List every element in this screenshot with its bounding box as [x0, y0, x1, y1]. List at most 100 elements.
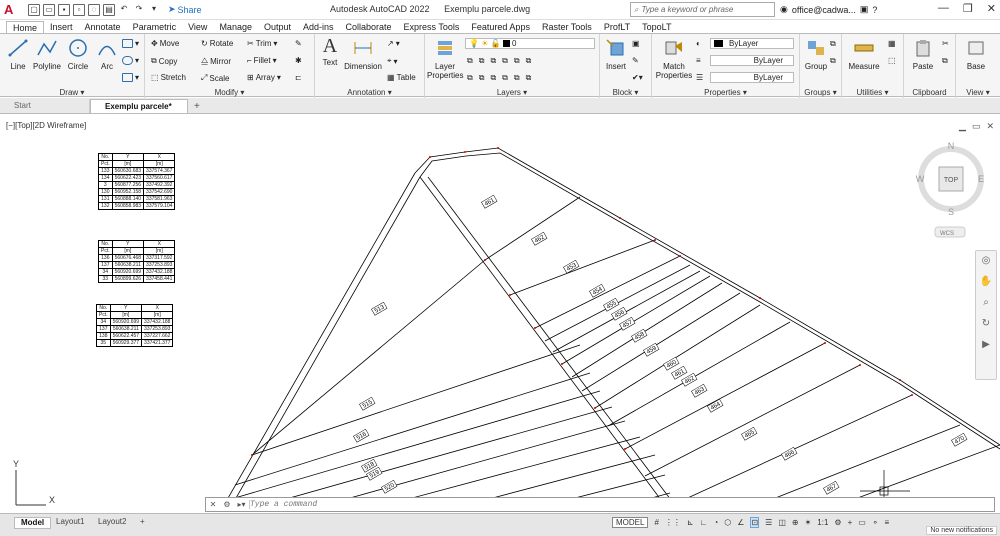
redo-icon[interactable]: ↷ — [133, 4, 145, 16]
snap-icon[interactable]: ⋮⋮ — [665, 518, 681, 527]
insert-button[interactable]: Insert — [602, 38, 630, 71]
customize-icon[interactable]: ≡ — [885, 518, 890, 527]
plot-icon[interactable]: ▤ — [103, 3, 115, 16]
layout2-tab[interactable]: Layout2 — [92, 517, 132, 527]
stretch-button[interactable]: ⬚ Stretch — [151, 73, 186, 82]
layer-tool-icon[interactable]: ⧉ — [526, 56, 532, 66]
explode-button[interactable]: ✱ — [295, 56, 302, 65]
edit-attributes-icon[interactable]: ✔▾ — [632, 73, 643, 82]
zoom-icon[interactable]: ⌕ — [976, 297, 996, 308]
transparency-icon[interactable]: ◫ — [778, 518, 786, 527]
text-button[interactable]: A Text — [317, 36, 343, 67]
share-button[interactable]: ➤ Share — [168, 4, 202, 15]
layer-tool-icon[interactable]: ⧉ — [490, 73, 496, 83]
open-icon[interactable]: ▭ — [43, 3, 55, 16]
lineweight-dropdown[interactable]: ByLayer — [710, 72, 794, 83]
showmotion-icon[interactable]: ▶ — [976, 339, 996, 350]
layer-tool-icon[interactable]: ⧉ — [479, 56, 485, 66]
customize-qat-icon[interactable]: ▾ — [148, 4, 160, 16]
lineweight-toggle-icon[interactable]: ☰ — [765, 518, 772, 527]
layer-tool-icon[interactable]: ⧉ — [490, 56, 496, 66]
viewcube[interactable]: TOP N S E W WCS — [915, 137, 987, 247]
command-customize-icon[interactable]: ⚙ — [220, 500, 234, 509]
layer-tool-icon[interactable]: ⧉ — [467, 56, 473, 66]
new-icon[interactable]: ▢ — [28, 3, 40, 16]
select-all-icon[interactable]: ⬚ — [888, 56, 896, 65]
draw-more-button[interactable]: ▾ — [122, 73, 139, 82]
match-properties-button[interactable]: Match Properties — [654, 38, 694, 80]
viewcube-south[interactable]: S — [948, 207, 954, 217]
layer-dropdown[interactable]: 💡 ☀ 🔓 0 — [465, 38, 595, 49]
group-button[interactable]: Group — [802, 38, 830, 71]
polar-icon[interactable]: ◔ — [713, 518, 718, 527]
group-edit-icon[interactable]: ⧉ — [830, 56, 836, 66]
annotation-scale[interactable]: 1:1 — [817, 518, 828, 527]
layer-tool-icon[interactable]: ⧉ — [502, 56, 508, 66]
restore-icon[interactable]: ❐ — [963, 2, 973, 15]
paste-button[interactable]: Paste — [908, 38, 938, 71]
save-icon[interactable]: ▪ — [58, 3, 70, 16]
user-account[interactable]: ◉ office@cadwa... ▣ ? — [780, 4, 877, 15]
units-icon[interactable]: ▭ — [858, 518, 866, 527]
close-icon[interactable]: ✕ — [987, 2, 996, 15]
model-space-button[interactable]: MODEL — [612, 517, 649, 528]
viewcube-north[interactable]: N — [948, 141, 955, 151]
orbit-icon[interactable]: ↻ — [976, 318, 996, 329]
layout1-tab[interactable]: Layout1 — [50, 517, 90, 527]
utilities-panel-title[interactable]: Utilities ▾ — [842, 88, 903, 97]
workspace-icon[interactable]: ⚙ — [834, 518, 841, 527]
offset-button[interactable]: ⊏ — [295, 73, 302, 82]
rectangle-button[interactable]: ▾ — [122, 39, 139, 48]
measure-button[interactable]: Measure — [844, 38, 884, 71]
move-button[interactable]: ✥ Move — [151, 39, 179, 48]
table-button[interactable]: ▦ Table — [387, 73, 416, 82]
line-button[interactable]: Line — [6, 38, 30, 71]
object-snap-tracking-icon[interactable]: ∠ — [737, 518, 744, 527]
groups-panel-title[interactable]: Groups ▾ — [800, 88, 841, 97]
steering-wheel-icon[interactable]: ◎ — [976, 255, 996, 266]
layer-tool-icon[interactable]: ⧉ — [526, 73, 532, 83]
isodraft-icon[interactable]: ⬡ — [724, 518, 731, 527]
properties-panel-title[interactable]: Properties ▾ — [652, 88, 799, 97]
viewcube-west[interactable]: W — [916, 174, 925, 184]
modify-panel-title[interactable]: Modify ▾ — [145, 88, 314, 97]
array-button[interactable]: ⊞ Array ▾ — [247, 73, 281, 82]
linetype-dropdown[interactable]: ByLayer — [710, 55, 794, 66]
erase-button[interactable]: ✎ — [295, 39, 302, 48]
base-view-button[interactable]: Base — [960, 38, 992, 71]
layer-properties-button[interactable]: Layer Properties — [427, 38, 463, 80]
selection-cycling-icon[interactable]: ⊕ — [792, 518, 799, 527]
hatch-button[interactable]: ▾ — [122, 56, 139, 65]
layer-tool-icon[interactable]: ⧉ — [467, 73, 473, 83]
cut-icon[interactable]: ✂ — [942, 39, 949, 48]
circle-button[interactable]: Circle — [64, 38, 92, 71]
infer-icon[interactable]: ⊾ — [687, 518, 694, 527]
model-layout-tab[interactable]: Model — [14, 517, 52, 529]
arc-button[interactable]: Arc — [94, 38, 120, 71]
rotate-button[interactable]: ↻ Rotate — [201, 39, 233, 48]
copy-clip-icon[interactable]: ⧉ — [942, 56, 948, 66]
wcs-menu[interactable]: WCS — [940, 231, 954, 237]
annotation-panel-title[interactable]: Annotation ▾ — [315, 88, 424, 97]
create-block-icon[interactable]: ▣ — [632, 39, 640, 48]
fillet-button[interactable]: ⌐ Fillet ▾ — [247, 56, 277, 65]
grid-icon[interactable]: # — [654, 518, 658, 527]
start-tab[interactable]: Start — [0, 99, 90, 113]
cart-icon[interactable]: ▣ — [860, 4, 869, 15]
clipboard-panel-title[interactable]: Clipboard — [904, 88, 955, 97]
dimension-button[interactable]: Dimension — [343, 38, 383, 71]
viewcube-face[interactable]: TOP — [944, 177, 959, 184]
view-panel-title[interactable]: View ▾ — [956, 88, 1000, 97]
ortho-icon[interactable]: ∟ — [700, 518, 708, 527]
block-panel-title[interactable]: Block ▾ — [600, 88, 651, 97]
minimize-icon[interactable]: — — [938, 2, 949, 15]
calculator-icon[interactable]: ▦ — [888, 39, 896, 48]
draw-panel-title[interactable]: Draw ▾ — [0, 88, 144, 97]
center-mark-button[interactable]: ⌖ ▾ — [387, 56, 398, 66]
annotation-visibility-icon[interactable]: ✶ — [805, 518, 812, 527]
command-close-icon[interactable]: ✕ — [206, 500, 220, 509]
add-icon[interactable]: + — [848, 518, 853, 527]
scale-button[interactable]: ⤢ Scale — [201, 73, 229, 83]
command-prompt-icon[interactable]: ▸▾ — [234, 500, 250, 509]
trim-button[interactable]: ✂ Trim ▾ — [247, 39, 277, 48]
